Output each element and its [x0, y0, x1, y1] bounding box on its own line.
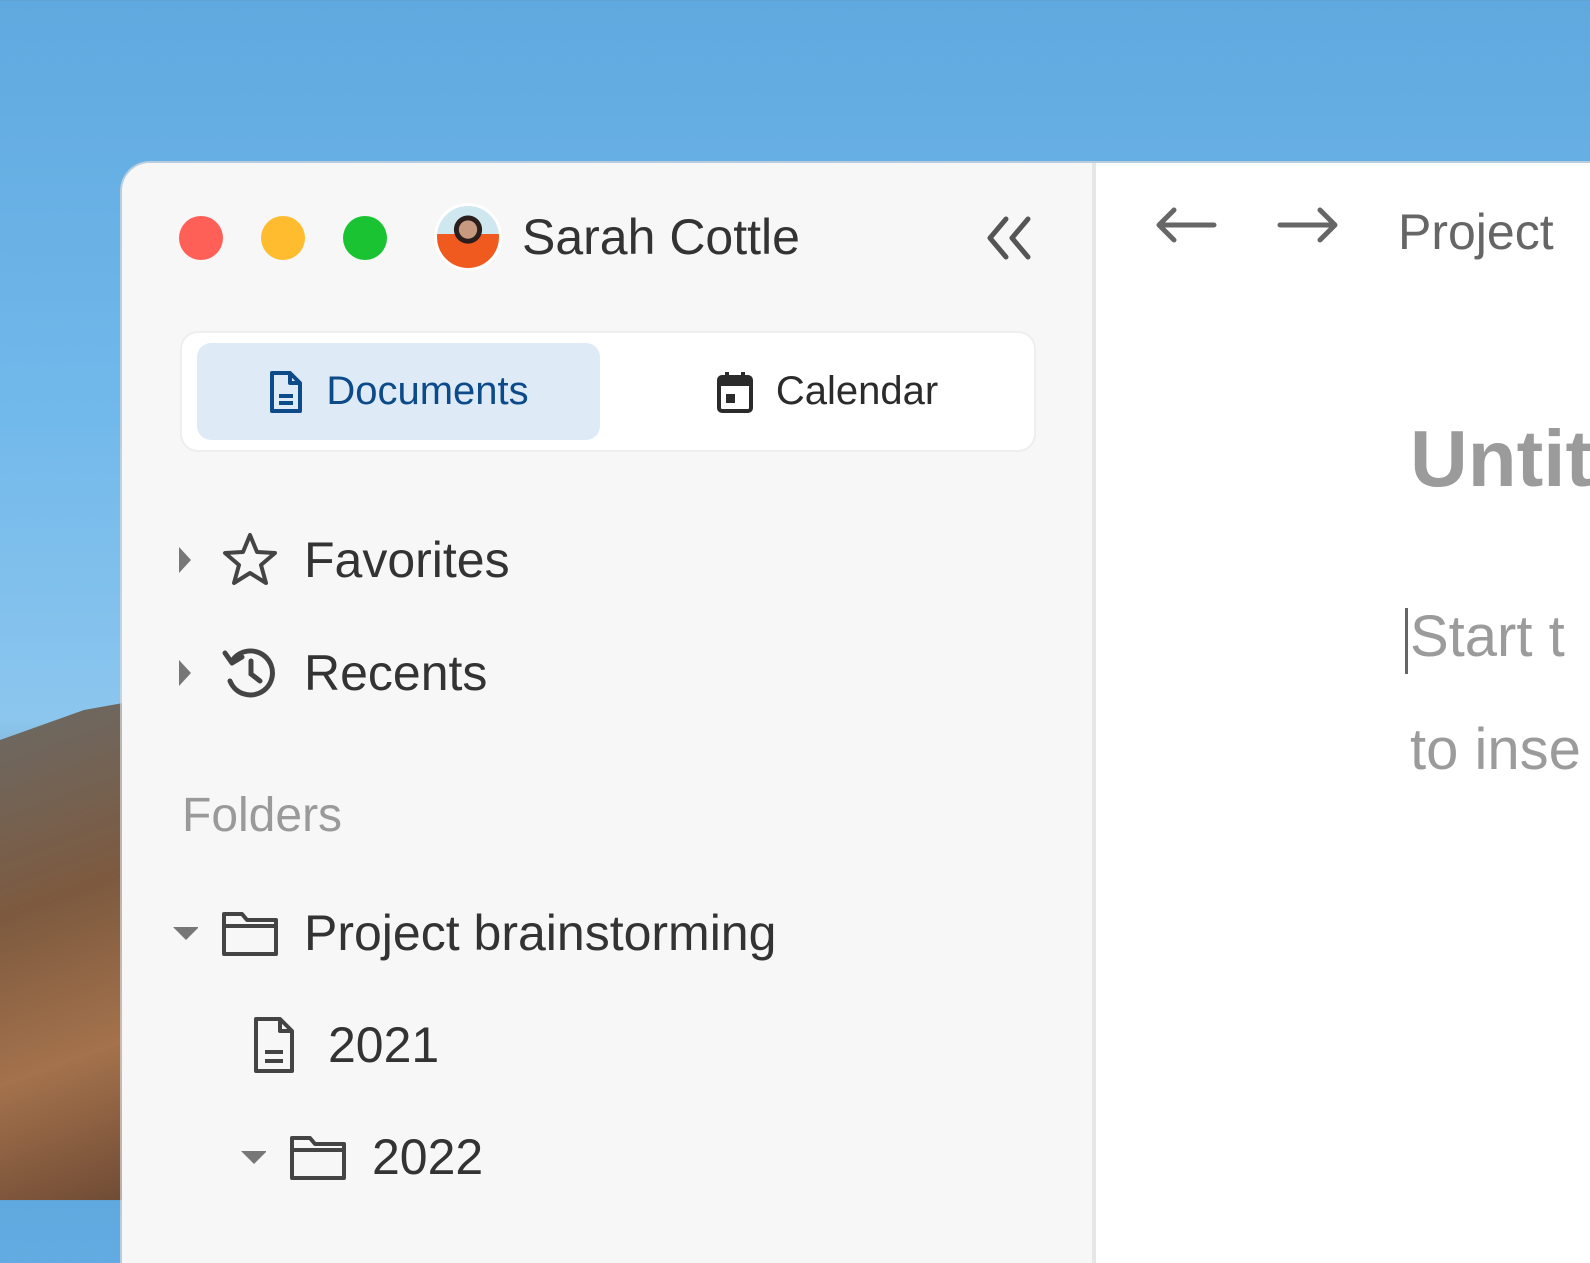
minimize-button[interactable]	[261, 216, 305, 260]
text-cursor	[1405, 608, 1408, 674]
folder-label: 2022	[372, 1129, 484, 1185]
forward-arrow-icon[interactable]	[1276, 205, 1340, 245]
caret-right-icon[interactable]	[172, 658, 198, 688]
sidebar-item-label: Favorites	[304, 532, 510, 588]
breadcrumb[interactable]: Project	[1398, 203, 1554, 261]
caret-down-icon[interactable]	[240, 1149, 266, 1165]
document-icon	[270, 370, 303, 413]
tab-calendar[interactable]: Calendar	[652, 343, 1002, 440]
folder-label: Project brainstorming	[304, 905, 777, 961]
editor-pane: Project Untit Start t to inse	[1096, 163, 1590, 1263]
desktop-wallpaper	[0, 700, 140, 1200]
document-icon	[242, 1013, 306, 1077]
caret-right-icon[interactable]	[172, 545, 198, 575]
document-label: 2021	[328, 1017, 440, 1073]
history-icon	[218, 641, 282, 705]
caret-down-icon[interactable]	[172, 925, 198, 941]
star-icon	[218, 528, 282, 592]
calendar-icon	[716, 371, 753, 413]
folder-icon	[218, 901, 282, 965]
collapse-sidebar-icon[interactable]	[984, 215, 1034, 261]
document-item[interactable]: 2021	[242, 1013, 439, 1077]
sidebar-item-favorites[interactable]: Favorites	[172, 528, 510, 592]
sidebar-item-label: Recents	[304, 645, 488, 701]
tab-label: Calendar	[775, 369, 939, 413]
document-title[interactable]: Untit	[1410, 413, 1590, 505]
folders-heading: Folders	[182, 789, 343, 842]
app-window: Sarah Cottle Documents Calendar Favorite…	[122, 163, 1590, 1263]
avatar[interactable]	[434, 203, 502, 271]
editor-placeholder[interactable]: Start t	[1410, 603, 1565, 670]
sidebar-item-recents[interactable]: Recents	[172, 641, 487, 705]
folder-icon	[286, 1125, 350, 1189]
close-button[interactable]	[179, 216, 223, 260]
sidebar: Sarah Cottle Documents Calendar Favorite…	[122, 163, 1096, 1263]
tab-label: Documents	[326, 369, 529, 413]
back-arrow-icon[interactable]	[1154, 205, 1218, 245]
user-name[interactable]: Sarah Cottle	[522, 208, 800, 266]
maximize-button[interactable]	[343, 216, 387, 260]
folder-item[interactable]: Project brainstorming	[172, 901, 776, 965]
editor-placeholder-line2[interactable]: to inse	[1410, 716, 1581, 783]
tab-documents[interactable]: Documents	[197, 343, 600, 440]
folder-item[interactable]: 2022	[240, 1125, 483, 1189]
view-switcher: Documents Calendar	[182, 333, 1034, 450]
